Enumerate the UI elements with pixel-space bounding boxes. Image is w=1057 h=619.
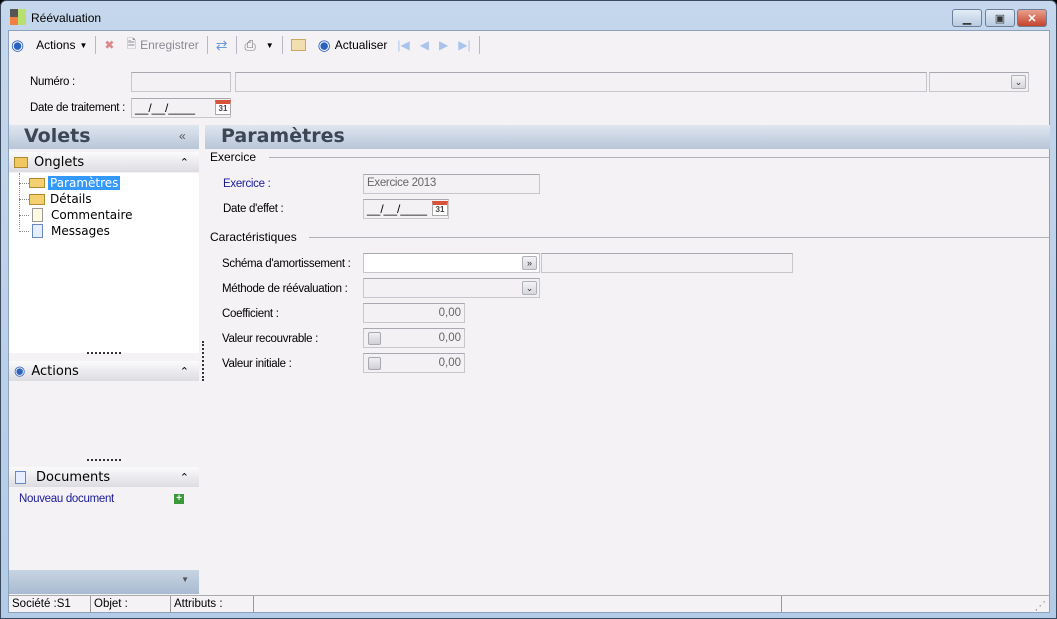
close-button[interactable]: ✕ xyxy=(1017,9,1047,27)
client-area: ◉ Actions ▼ ✖ 🗎 Enregistrer ⇄ ⎙ ▼ ◉ Actual… xyxy=(8,30,1050,613)
actions-panel-header[interactable]: ◉ Actions ⌃ xyxy=(9,361,199,381)
tree-item-details[interactable]: Détails xyxy=(19,191,92,207)
tree-item-parametres[interactable]: Paramètres xyxy=(19,175,121,191)
group-exercice: Exercice xyxy=(210,150,257,164)
splitter[interactable] xyxy=(87,459,121,461)
save-button[interactable]: Enregistrer xyxy=(140,38,199,52)
onglets-panel-header[interactable]: Onglets ⌃ xyxy=(9,152,199,172)
valeur-initiale-input[interactable]: 0,00 xyxy=(363,353,465,373)
schema-description-input[interactable] xyxy=(541,253,793,273)
toolbar: ◉ Actions ▼ ✖ 🗎 Enregistrer ⇄ ⎙ ▼ ◉ Actual… xyxy=(11,34,484,56)
valeur-initiale-value: 0,00 xyxy=(438,357,461,369)
sync-icon[interactable]: ⇄ xyxy=(216,37,228,54)
note-icon xyxy=(32,208,43,222)
status-societe: Société :S1 xyxy=(9,596,91,613)
tree-item-label: Paramètres xyxy=(48,176,121,190)
sidebar-footer: ▼ xyxy=(9,570,199,594)
folder-open-icon xyxy=(29,178,45,188)
valeur-recouvrable-label: Valeur recouvrable : xyxy=(222,333,319,345)
actions-menu[interactable]: Actions xyxy=(36,38,75,52)
chevron-down-icon[interactable]: ⌄ xyxy=(522,281,537,295)
minimize-button[interactable]: ▁ xyxy=(952,9,982,27)
refresh-icon: ◉ xyxy=(317,37,331,54)
document-icon xyxy=(32,224,43,238)
double-chevron-down-icon[interactable]: » xyxy=(522,256,537,270)
folder-icon[interactable] xyxy=(290,39,306,51)
last-icon[interactable]: ▶| xyxy=(458,38,470,52)
sidebar-header: Volets « xyxy=(9,125,199,149)
status-bar: Société :S1 Objet : Attributs : ⋰ xyxy=(9,595,1049,613)
new-document-link[interactable]: Nouveau document xyxy=(19,493,114,505)
checkbox[interactable] xyxy=(368,357,381,370)
chevron-down-icon[interactable]: ▼ xyxy=(181,575,189,584)
methode-select[interactable]: ⌄ xyxy=(363,278,540,298)
window-title: Réévaluation xyxy=(31,11,102,25)
collapse-icon[interactable]: ⌃ xyxy=(180,365,189,378)
tree-item-messages[interactable]: Messages xyxy=(19,223,110,239)
tree-item-label: Détails xyxy=(50,192,92,206)
page-title: Paramètres xyxy=(221,125,345,147)
actions-icon: ◉ xyxy=(14,363,26,379)
window: Réévaluation ▁ ▣ ✕ ◉ Actions ▼ ✖ 🗎 Enregi… xyxy=(0,0,1057,619)
splitter[interactable] xyxy=(87,352,121,354)
actions-title: Actions xyxy=(31,363,79,379)
coefficient-label: Coefficient : xyxy=(222,308,279,320)
next-icon[interactable]: ▶ xyxy=(439,38,448,52)
status-attributs: Attributs : xyxy=(171,596,254,613)
valeur-recouvrable-value: 0,00 xyxy=(438,332,461,344)
actions-icon: ◉ xyxy=(11,37,25,54)
app-icon xyxy=(10,9,26,25)
main-header: Paramètres xyxy=(205,125,1050,149)
documents-panel-header[interactable]: Documents ⌃ xyxy=(9,467,199,487)
exercice-label: Exercice : xyxy=(223,178,271,190)
documents-title: Documents xyxy=(36,469,111,485)
print-dropdown[interactable]: ▼ xyxy=(266,41,274,50)
tree-item-label: Commentaire xyxy=(51,208,133,222)
numero-label: Numéro : xyxy=(30,76,75,88)
status-empty xyxy=(254,596,782,613)
date-effet-value: __/__/____ xyxy=(367,202,428,216)
status-objet: Objet : xyxy=(91,596,171,613)
folder-icon xyxy=(29,193,45,205)
folder-icon xyxy=(14,156,28,168)
onglets-title: Onglets xyxy=(34,154,85,170)
coefficient-input[interactable]: 0,00 xyxy=(363,303,465,323)
sidebar-title: Volets xyxy=(24,125,91,147)
valeur-initiale-label: Valeur initiale : xyxy=(222,358,292,370)
collapse-icon[interactable]: ⌃ xyxy=(180,471,189,484)
collapse-sidebar-icon[interactable]: « xyxy=(179,129,186,143)
date-traitement-label: Date de traitement : xyxy=(30,102,125,114)
date-traitement-value: __/__/____ xyxy=(135,101,196,115)
numero-select[interactable]: ⌄ xyxy=(929,72,1029,92)
print-icon[interactable]: ⎙ xyxy=(245,37,256,54)
maximize-button[interactable]: ▣ xyxy=(985,9,1015,27)
save-icon: 🗎 xyxy=(126,36,137,51)
prev-icon[interactable]: ◀ xyxy=(420,38,429,52)
valeur-recouvrable-input[interactable]: 0,00 xyxy=(363,328,465,348)
vertical-splitter[interactable] xyxy=(202,341,204,381)
schema-label: Schéma d'amortissement : xyxy=(222,258,351,270)
schema-select[interactable]: » xyxy=(363,253,540,273)
document-icon xyxy=(15,470,26,484)
numero-description-input[interactable] xyxy=(235,72,927,92)
tree-item-label: Messages xyxy=(51,224,110,238)
delete-icon[interactable]: ✖ xyxy=(104,38,114,52)
methode-label: Méthode de réévaluation : xyxy=(222,283,348,295)
calendar-icon[interactable]: 31 xyxy=(215,100,231,115)
collapse-icon[interactable]: ⌃ xyxy=(180,156,189,169)
chevron-down-icon[interactable]: ⌄ xyxy=(1011,75,1026,89)
refresh-button[interactable]: Actualiser xyxy=(335,38,388,52)
onglets-tree: Paramètres Détails Commentaire Messages xyxy=(9,173,199,353)
date-effet-label: Date d'effet : xyxy=(223,203,284,215)
tree-item-commentaire[interactable]: Commentaire xyxy=(19,207,133,223)
first-icon[interactable]: |◀ xyxy=(397,38,409,52)
group-caracteristiques: Caractéristiques xyxy=(210,230,297,244)
resize-grip-icon[interactable]: ⋰ xyxy=(782,596,1049,613)
checkbox[interactable] xyxy=(368,332,381,345)
numero-input[interactable] xyxy=(131,72,231,92)
calendar-icon[interactable]: 31 xyxy=(432,201,448,216)
add-icon[interactable]: + xyxy=(174,494,184,504)
exercice-input[interactable]: Exercice 2013 xyxy=(363,174,540,194)
